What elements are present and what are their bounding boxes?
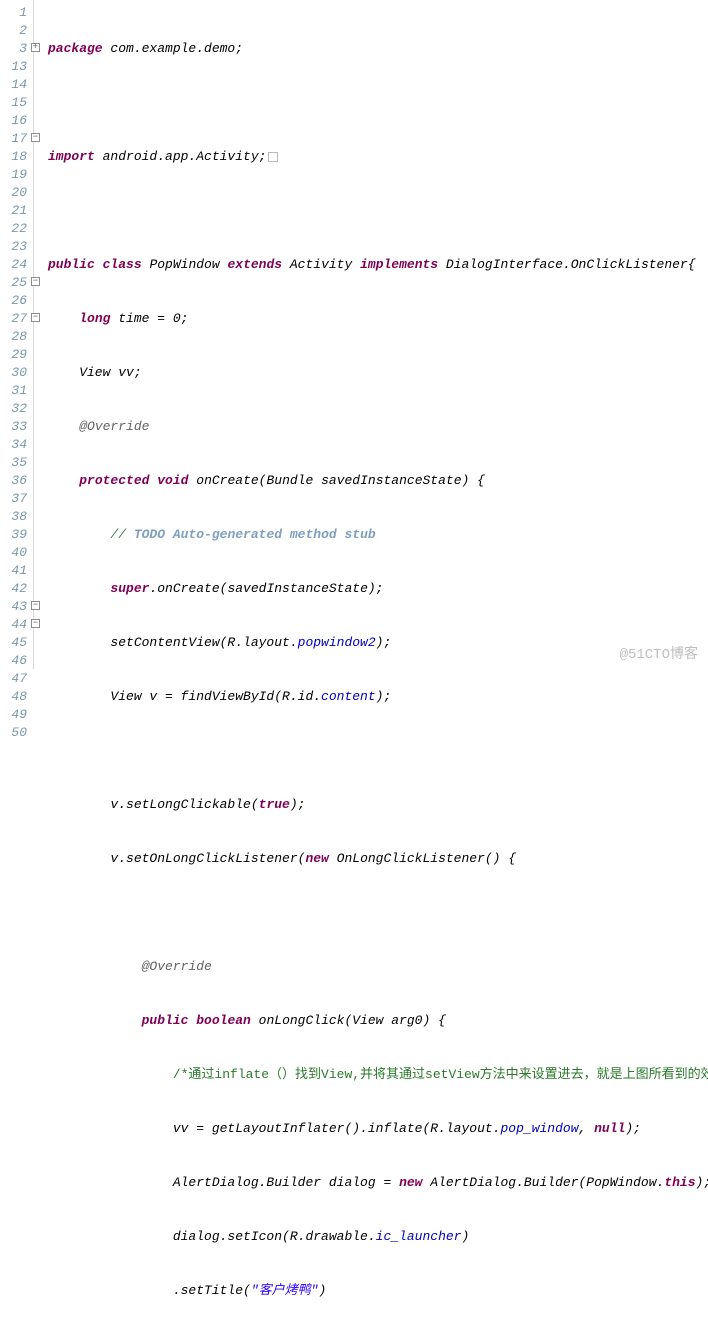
line-number: 34 bbox=[0, 436, 29, 454]
code-area[interactable]: package com.example.demo; import android… bbox=[34, 0, 708, 669]
code-line[interactable]: @Override bbox=[48, 418, 708, 436]
line-number: 26 bbox=[0, 292, 29, 310]
line-number: 47 bbox=[0, 670, 29, 688]
line-number: 15 bbox=[0, 94, 29, 112]
line-number: 28 bbox=[0, 328, 29, 346]
line-number: 43− bbox=[0, 598, 29, 616]
line-number: 17− bbox=[0, 130, 29, 148]
code-line[interactable]: protected void onCreate(Bundle savedInst… bbox=[48, 472, 708, 490]
line-number: 1 bbox=[0, 4, 29, 22]
code-line[interactable]: setContentView(R.layout.popwindow2); bbox=[48, 634, 708, 652]
line-number: 38 bbox=[0, 508, 29, 526]
code-line[interactable]: import android.app.Activity; bbox=[48, 148, 708, 166]
code-line[interactable]: long time = 0; bbox=[48, 310, 708, 328]
line-number: 19 bbox=[0, 166, 29, 184]
code-line[interactable]: /*通过inflate（）找到View,并将其通过setView方法中来设置进去… bbox=[48, 1066, 708, 1084]
line-number: 41 bbox=[0, 562, 29, 580]
fold-collapse-icon[interactable]: − bbox=[31, 313, 40, 322]
line-number: 39 bbox=[0, 526, 29, 544]
line-number: 44− bbox=[0, 616, 29, 634]
fold-collapse-icon[interactable]: − bbox=[31, 277, 40, 286]
line-number: 50 bbox=[0, 724, 29, 742]
code-line[interactable]: AlertDialog.Builder dialog = new AlertDi… bbox=[48, 1174, 708, 1192]
line-number: 40 bbox=[0, 544, 29, 562]
code-line[interactable]: .setView(vv) bbox=[48, 1336, 708, 1338]
code-editor: 123+1314151617−1819202122232425−2627−282… bbox=[0, 0, 708, 669]
line-number: 36 bbox=[0, 472, 29, 490]
line-number: 20 bbox=[0, 184, 29, 202]
line-number: 22 bbox=[0, 220, 29, 238]
code-line[interactable]: .setTitle("客户烤鸭") bbox=[48, 1282, 708, 1300]
line-number: 27− bbox=[0, 310, 29, 328]
code-line[interactable]: dialog.setIcon(R.drawable.ic_launcher) bbox=[48, 1228, 708, 1246]
fold-collapse-icon[interactable]: − bbox=[31, 133, 40, 142]
code-line[interactable] bbox=[48, 904, 708, 922]
line-number: 32 bbox=[0, 400, 29, 418]
line-number: 45 bbox=[0, 634, 29, 652]
line-number: 23 bbox=[0, 238, 29, 256]
line-number: 35 bbox=[0, 454, 29, 472]
fold-collapse-icon[interactable]: − bbox=[31, 601, 40, 610]
line-number: 46 bbox=[0, 652, 29, 670]
line-number: 49 bbox=[0, 706, 29, 724]
code-line[interactable]: v.setOnLongClickListener(new OnLongClick… bbox=[48, 850, 708, 868]
folded-indicator-icon[interactable] bbox=[268, 152, 278, 162]
line-number: 37 bbox=[0, 490, 29, 508]
code-line[interactable]: // TODO Auto-generated method stub bbox=[48, 526, 708, 544]
line-number: 33 bbox=[0, 418, 29, 436]
code-line[interactable]: View v = findViewById(R.id.content); bbox=[48, 688, 708, 706]
line-number: 42 bbox=[0, 580, 29, 598]
line-number: 13 bbox=[0, 58, 29, 76]
line-number: 16 bbox=[0, 112, 29, 130]
code-line[interactable]: v.setLongClickable(true); bbox=[48, 796, 708, 814]
line-number: 3+ bbox=[0, 40, 29, 58]
line-number: 14 bbox=[0, 76, 29, 94]
code-line[interactable]: super.onCreate(savedInstanceState); bbox=[48, 580, 708, 598]
code-line[interactable]: vv = getLayoutInflater().inflate(R.layou… bbox=[48, 1120, 708, 1138]
line-number: 29 bbox=[0, 346, 29, 364]
line-gutter: 123+1314151617−1819202122232425−2627−282… bbox=[0, 0, 34, 669]
line-number: 24 bbox=[0, 256, 29, 274]
code-line[interactable]: public class PopWindow extends Activity … bbox=[48, 256, 708, 274]
line-number: 48 bbox=[0, 688, 29, 706]
code-line[interactable]: @Override bbox=[48, 958, 708, 976]
code-line[interactable] bbox=[48, 202, 708, 220]
line-number: 21 bbox=[0, 202, 29, 220]
line-number: 31 bbox=[0, 382, 29, 400]
code-line[interactable]: View vv; bbox=[48, 364, 708, 382]
watermark: @51CTO博客 bbox=[620, 643, 698, 663]
code-line[interactable]: public boolean onLongClick(View arg0) { bbox=[48, 1012, 708, 1030]
fold-collapse-icon[interactable]: − bbox=[31, 619, 40, 628]
code-line[interactable] bbox=[48, 94, 708, 112]
line-number: 18 bbox=[0, 148, 29, 166]
line-number: 25− bbox=[0, 274, 29, 292]
code-line[interactable]: package com.example.demo; bbox=[48, 40, 708, 58]
line-number: 30 bbox=[0, 364, 29, 382]
line-number: 2 bbox=[0, 22, 29, 40]
fold-expand-icon[interactable]: + bbox=[31, 43, 40, 52]
code-line[interactable] bbox=[48, 742, 708, 760]
